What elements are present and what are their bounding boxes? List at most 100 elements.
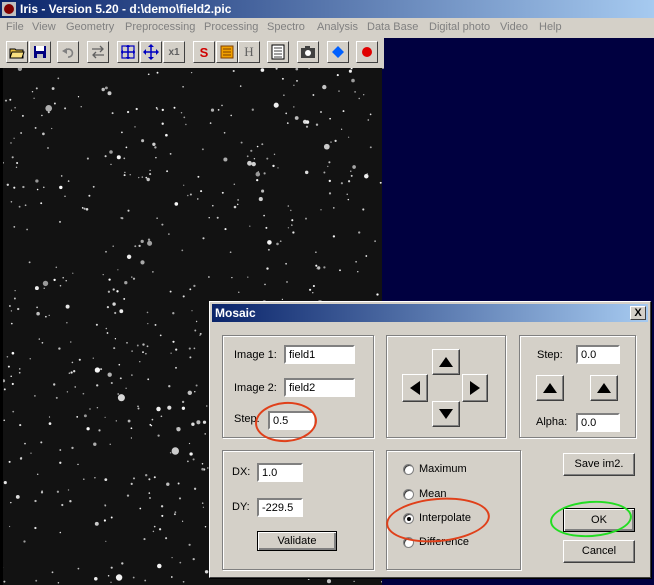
star bbox=[100, 368, 103, 371]
menu-geometry[interactable]: Geometry bbox=[66, 21, 114, 33]
star bbox=[131, 276, 133, 278]
zoom-x1-icon[interactable]: x1 bbox=[163, 41, 185, 63]
star bbox=[189, 288, 192, 291]
move-right-button[interactable] bbox=[462, 374, 488, 402]
move-left-button[interactable] bbox=[402, 374, 428, 402]
save-im2-button[interactable]: Save im2. bbox=[563, 453, 635, 476]
star bbox=[210, 108, 215, 112]
open-folder-icon[interactable] bbox=[6, 41, 28, 63]
ok-button[interactable]: OK bbox=[563, 508, 635, 532]
star bbox=[312, 284, 315, 288]
header-icon[interactable]: H bbox=[238, 41, 260, 63]
zoom-in-icon[interactable] bbox=[117, 41, 139, 63]
star bbox=[130, 427, 133, 430]
menu-video[interactable]: Video bbox=[500, 21, 528, 33]
star bbox=[43, 186, 45, 189]
star bbox=[195, 320, 198, 323]
star bbox=[183, 184, 185, 186]
menu-help[interactable]: Help bbox=[539, 21, 562, 33]
menu-database[interactable]: Data Base bbox=[367, 21, 418, 33]
star bbox=[123, 297, 126, 300]
rotate-up-button-2[interactable] bbox=[590, 375, 618, 401]
radio-difference[interactable] bbox=[403, 537, 414, 548]
star bbox=[51, 571, 54, 574]
star bbox=[38, 338, 40, 340]
dy-field[interactable]: -229.5 bbox=[257, 498, 303, 517]
red-dot-icon[interactable] bbox=[356, 41, 378, 63]
radio-mean[interactable] bbox=[403, 489, 414, 500]
star bbox=[112, 245, 114, 247]
close-button[interactable]: X bbox=[630, 306, 646, 320]
star bbox=[41, 490, 43, 493]
menu-analysis[interactable]: Analysis bbox=[317, 21, 358, 33]
menu-digital-photo[interactable]: Digital photo bbox=[429, 21, 490, 33]
right-step-field[interactable]: 0.0 bbox=[576, 345, 620, 364]
star bbox=[19, 368, 21, 370]
star bbox=[251, 161, 256, 167]
star bbox=[161, 223, 164, 226]
image2-label: Image 2: bbox=[234, 382, 277, 394]
star bbox=[42, 280, 49, 287]
star bbox=[65, 280, 67, 282]
star bbox=[102, 273, 104, 276]
save-disk-icon[interactable] bbox=[29, 41, 51, 63]
star bbox=[118, 363, 121, 366]
menu-file[interactable]: File bbox=[6, 21, 24, 33]
star bbox=[286, 281, 288, 283]
menu-spectro[interactable]: Spectro bbox=[267, 21, 305, 33]
star bbox=[127, 209, 130, 212]
star bbox=[152, 530, 155, 533]
star bbox=[355, 260, 357, 263]
star bbox=[157, 434, 160, 437]
star bbox=[170, 352, 172, 354]
star bbox=[43, 287, 45, 289]
star bbox=[152, 271, 154, 273]
list-icon[interactable] bbox=[267, 41, 289, 63]
menu-view[interactable]: View bbox=[32, 21, 56, 33]
move-down-button[interactable] bbox=[432, 401, 460, 427]
star bbox=[183, 116, 186, 119]
star bbox=[19, 457, 23, 460]
menu-preprocessing[interactable]: Preprocessing bbox=[125, 21, 195, 33]
star bbox=[315, 251, 317, 254]
star bbox=[249, 225, 251, 227]
radio-interpolate[interactable] bbox=[403, 513, 414, 524]
star bbox=[132, 576, 135, 579]
red-s-icon[interactable]: S bbox=[193, 41, 215, 63]
star bbox=[223, 157, 228, 162]
star bbox=[96, 406, 99, 409]
menu-processing[interactable]: Processing bbox=[204, 21, 258, 33]
star bbox=[147, 238, 151, 241]
histogram-icon[interactable] bbox=[216, 41, 238, 63]
alpha-field[interactable]: 0.0 bbox=[576, 413, 620, 432]
star bbox=[352, 165, 356, 169]
cancel-button[interactable]: Cancel bbox=[563, 540, 635, 563]
star bbox=[53, 102, 56, 105]
undo-icon[interactable] bbox=[57, 41, 79, 63]
rotate-up-button-1[interactable] bbox=[536, 375, 564, 401]
move-cross-icon[interactable] bbox=[140, 41, 162, 63]
star bbox=[273, 102, 279, 108]
dx-field[interactable]: 1.0 bbox=[257, 463, 303, 482]
star bbox=[47, 111, 50, 114]
image2-field[interactable]: field2 bbox=[284, 378, 355, 397]
star bbox=[328, 161, 331, 164]
star bbox=[117, 393, 120, 395]
image1-field[interactable]: field1 bbox=[284, 345, 355, 364]
validate-button[interactable]: Validate bbox=[257, 531, 337, 551]
star bbox=[121, 131, 123, 134]
star bbox=[348, 69, 352, 73]
star bbox=[267, 240, 272, 245]
transfer-icon[interactable] bbox=[87, 41, 109, 63]
blue-diamond-icon[interactable] bbox=[327, 41, 349, 63]
move-up-button[interactable] bbox=[432, 349, 460, 375]
radio-maximum[interactable] bbox=[403, 464, 414, 475]
camera-icon[interactable] bbox=[297, 41, 319, 63]
arrow-up-icon bbox=[597, 383, 611, 393]
star bbox=[253, 157, 256, 160]
star bbox=[238, 291, 240, 293]
star bbox=[29, 358, 31, 360]
mosaic-dialog: Mosaic X Image 1: field1 Image 2: field2… bbox=[209, 301, 651, 578]
star bbox=[147, 378, 150, 381]
step-field[interactable]: 0.5 bbox=[268, 411, 314, 430]
